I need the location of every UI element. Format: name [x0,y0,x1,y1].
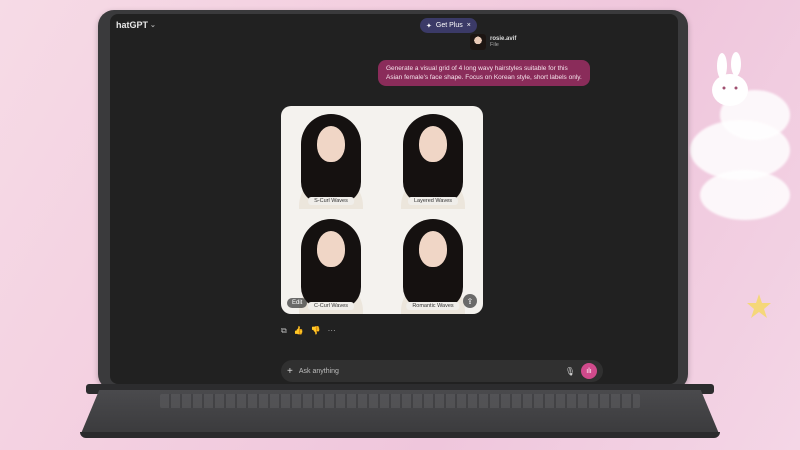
thumbs-down-icon[interactable]: 👎 [311,326,321,336]
composer: + Ask anything 🎙 ılı [281,360,603,382]
attachment-thumbnail [470,34,486,50]
message-input[interactable]: Ask anything [299,368,559,375]
hairstyle-cell[interactable]: Layered Waves [383,106,483,209]
star-decoration [747,294,771,318]
voice-mode-icon[interactable]: ılı [581,363,597,379]
get-plus-button[interactable]: ✦ Get Plus × [420,18,477,33]
hairstyle-cell[interactable]: Romantic Waves ⇪ [383,211,483,314]
laptop-base-edge [80,432,720,438]
chevron-down-icon: ⌄ [150,22,156,29]
portrait-face [419,231,447,267]
model-name: hatGPT [116,20,149,30]
hairstyle-cell[interactable]: C-Curl Waves Edit [281,211,381,314]
mic-icon[interactable]: 🎙 [565,367,575,376]
generated-image-grid[interactable]: S-Curl Waves Layered Waves C-Curl Waves … [281,106,483,314]
user-message: Generate a visual grid of 4 long wavy ha… [378,60,590,86]
portrait-face [317,126,345,162]
hairstyle-label: C-Curl Waves [307,302,355,310]
get-plus-label: Get Plus [435,22,463,29]
laptop-keyboard [160,394,640,408]
portrait-face [317,231,345,267]
close-icon[interactable]: × [467,22,471,29]
attachment-type: File [490,42,499,48]
copy-icon[interactable]: ⧉ [281,326,287,336]
hairstyle-label: Romantic Waves [406,302,460,310]
hairstyle-cell[interactable]: S-Curl Waves [281,106,381,209]
sparkle-icon: ✦ [426,22,432,30]
message-actions: ⧉ 👍 👎 ··· [281,326,336,336]
portrait-face [419,126,447,162]
plus-icon[interactable]: + [287,366,293,377]
chat-window: hatGPT ⌄ ✦ Get Plus × rosie.avif File Ge… [110,14,678,384]
more-icon[interactable]: ··· [328,326,336,336]
bunny-illustration [712,52,748,106]
hairstyle-label: Layered Waves [407,197,459,205]
model-selector[interactable]: hatGPT ⌄ [116,20,156,30]
share-icon[interactable]: ⇪ [463,294,477,308]
background-cloud [700,170,790,220]
hairstyle-label: S-Curl Waves [308,197,354,205]
file-attachment[interactable]: rosie.avif File [470,34,516,50]
edit-image-button[interactable]: Edit [287,298,308,308]
thumbs-up-icon[interactable]: 👍 [294,326,304,336]
